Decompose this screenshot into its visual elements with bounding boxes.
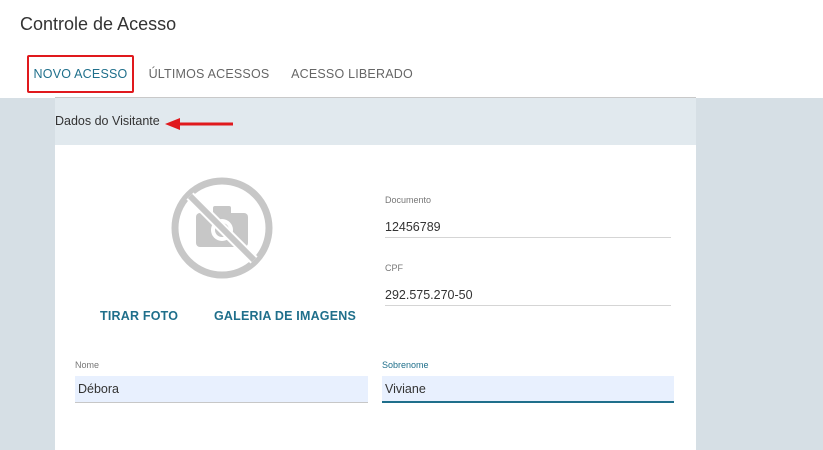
nome-field: Nome [75,360,368,403]
documento-field: Documento [385,195,671,238]
nome-label: Nome [75,360,100,370]
nome-input[interactable] [75,376,368,403]
cpf-label: CPF [385,263,403,273]
annotation-arrow-icon [165,118,233,130]
image-gallery-button[interactable]: GALERIA DE IMAGENS [214,309,356,323]
tab-bar: NOVO ACESSO ÚLTIMOS ACESSOS ACESSO LIBER… [27,55,697,97]
tabs-divider [55,97,696,98]
page-title: Controle de Acesso [20,14,177,34]
sobrenome-label: Sobrenome [382,360,429,370]
sobrenome-field: Sobrenome [382,360,674,403]
no-camera-icon [171,177,273,279]
documento-label: Documento [385,195,432,205]
sobrenome-input[interactable] [382,376,674,403]
tab-acesso-liberado[interactable]: ACESSO LIBERADO [289,55,415,93]
take-photo-button[interactable]: TIRAR FOTO [100,309,178,323]
documento-input[interactable] [385,217,671,238]
access-control-page: Controle de Acesso NOVO ACESSO ÚLTIMOS A… [0,0,823,450]
section-title: Dados do Visitante [55,114,160,128]
tab-ultimos-acessos[interactable]: ÚLTIMOS ACESSOS [144,55,274,93]
tab-novo-acesso[interactable]: NOVO ACESSO [27,55,134,93]
visitor-form-card: TIRAR FOTO GALERIA DE IMAGENS Documento … [55,145,696,450]
cpf-field: CPF [385,263,671,306]
cpf-input[interactable] [385,285,671,306]
